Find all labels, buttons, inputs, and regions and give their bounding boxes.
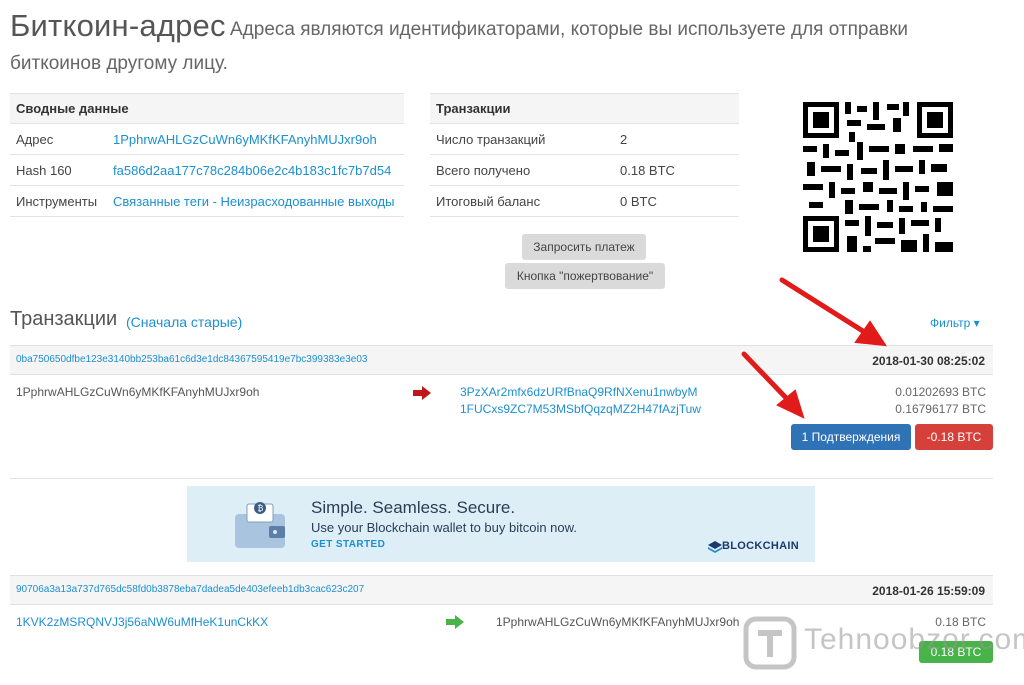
wallet-icon: ₿: [235, 502, 285, 548]
tx-header: 90706a3a13a737d765dc58fd0b3878eba7dadea5…: [10, 575, 993, 605]
watermark-text: Tehnoobzor.com: [804, 623, 1024, 656]
blockchain-logo-icon: [708, 541, 722, 553]
transactions-info-table: Транзакции Число транзакций 2 Всего полу…: [430, 93, 739, 217]
tx-date: 2018-01-26 15:59:09: [872, 584, 985, 598]
arrow-right-green-icon: [446, 615, 464, 629]
blockchain-brand: BLOCKCHAIN: [722, 540, 799, 552]
final-balance-value: 0 BTC: [620, 185, 739, 217]
page-description: Адреса являются идентификаторами, которы…: [230, 19, 909, 40]
summary-label: Адрес: [10, 123, 113, 155]
confirmations-button[interactable]: 1 Подтверждения: [791, 424, 911, 450]
page-description-cont: биткоинов другому лицу.: [10, 53, 228, 74]
total-received-value: 0.18 BTC: [620, 154, 739, 186]
tx-from-address[interactable]: 1KVK2zMSRQNVJ3j56aNW6uMfHeK1unCkKX: [16, 615, 268, 629]
tx-hash-link[interactable]: 0ba750650dfbe123e3140bb253ba61c6d3e1dc84…: [16, 354, 367, 365]
tx-to-address[interactable]: 1FUCxs9ZC7M53MSbfQqzqMZ2H47fAzjTuw: [460, 402, 701, 416]
tx-output-amount: 0.01202693 BTC: [895, 385, 986, 399]
tx-info-label: Итоговый баланс: [430, 185, 620, 217]
divider: [10, 478, 993, 479]
blockchain-ad-banner[interactable]: ₿ Simple. Seamless. Secure. Use your Blo…: [187, 486, 815, 562]
page-title: Биткоин-адрес: [10, 8, 226, 43]
banner-subline: Use your Blockchain wallet to buy bitcoi…: [311, 520, 577, 535]
donate-button[interactable]: Кнопка "пожертвование": [505, 263, 665, 289]
tx-info-label: Всего получено: [430, 154, 620, 186]
summary-heading: Сводные данные: [10, 93, 404, 124]
tx-to-address[interactable]: 1PphrwAHLGzCuWn6yMKfKFAnyhMUJxr9oh: [496, 615, 739, 629]
summary-label: Hash 160: [10, 154, 113, 186]
sort-order-link[interactable]: (Сначала старые): [126, 314, 242, 330]
related-tags-link[interactable]: Связанные теги: [113, 194, 209, 209]
transactions-info-heading: Транзакции: [430, 93, 739, 124]
unspent-outputs-link[interactable]: Неизрасходованные выходы: [221, 194, 395, 209]
filter-dropdown[interactable]: Фильтр ▾: [930, 316, 980, 330]
address-link[interactable]: 1PphrwAHLGzCuWn6yMKfKFAnyhMUJxr9oh: [113, 132, 377, 147]
watermark: Tehnoobzor.com: [742, 615, 1024, 671]
qr-code-icon: [803, 102, 953, 252]
summary-label: Инструменты: [10, 185, 113, 217]
banner-cta-link[interactable]: GET STARTED: [311, 539, 385, 550]
tx-output-amount: 0.16796177 BTC: [895, 402, 986, 416]
tx-count-value: 2: [620, 123, 739, 155]
tx-hash-link[interactable]: 90706a3a13a737d765dc58fd0b3878eba7dadea5…: [16, 584, 364, 595]
tools-separator: -: [208, 193, 221, 209]
hash160-link[interactable]: fa586d2aa177c78c284b06e2c4b183c1fc7b7d54: [113, 163, 391, 178]
banner-headline: Simple. Seamless. Secure.: [311, 498, 516, 517]
svg-text:₿: ₿: [258, 504, 264, 513]
tx-to-address[interactable]: 3PzXAr2mfx6dzURfBnaQ9RfNXenu1nwbyM: [460, 385, 697, 399]
tx-from-address[interactable]: 1PphrwAHLGzCuWn6yMKfKFAnyhMUJxr9oh: [16, 385, 259, 399]
transactions-title: Транзакции: [10, 308, 118, 330]
tx-total-button[interactable]: -0.18 BTC: [915, 424, 993, 450]
tx-date: 2018-01-30 08:25:02: [872, 354, 985, 368]
tx-header: 0ba750650dfbe123e3140bb253ba61c6d3e1dc84…: [10, 345, 993, 375]
summary-table: Сводные данные Адрес 1PphrwAHLGzCuWn6yMK…: [10, 93, 404, 217]
tx-info-label: Число транзакций: [430, 123, 620, 155]
watermark-logo-icon: [743, 616, 797, 670]
arrow-right-red-icon: [413, 386, 431, 400]
request-payment-button[interactable]: Запросить платеж: [522, 234, 646, 260]
